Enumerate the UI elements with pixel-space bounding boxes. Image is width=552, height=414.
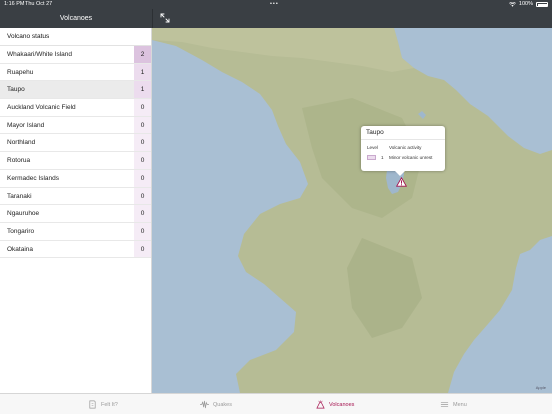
alert-level-badge: 0: [134, 240, 151, 258]
expand-icon[interactable]: [160, 13, 170, 23]
tab-label: Quakes: [213, 401, 232, 408]
battery-icon: [536, 2, 548, 7]
pin-icon: [89, 400, 96, 409]
callout-divider: [361, 139, 445, 140]
list-item[interactable]: Auckland Volcanic Field 0: [0, 99, 151, 117]
list-item[interactable]: Ngauruhoe 0: [0, 205, 151, 223]
volcano-name: Taupo: [7, 86, 25, 94]
volcano-icon: [316, 400, 325, 409]
tab-felt-it[interactable]: Felt It?: [88, 394, 118, 414]
list-item[interactable]: Taranaki 0: [0, 187, 151, 206]
map-view[interactable]: Apple: [152, 28, 552, 393]
app-window: 1:16 PM Thu Oct 27 ••• 100% Volcanoes Vo…: [0, 0, 552, 414]
status-time: 1:16 PM: [4, 1, 25, 7]
alert-level-badge: 2: [134, 46, 151, 63]
volcano-name: Kermadec Islands: [7, 174, 60, 182]
callout-title: Taupo: [366, 129, 384, 136]
volcano-name: Ruapehu: [7, 68, 34, 76]
tab-quakes[interactable]: Quakes: [200, 394, 232, 414]
tab-bar: Felt It? Quakes Volcanoes Menu: [0, 393, 552, 414]
tab-label: Menu: [453, 401, 467, 408]
map-canvas[interactable]: [152, 28, 552, 393]
list-item[interactable]: Tongariro 0: [0, 222, 151, 241]
alert-level-badge: 1: [134, 81, 151, 99]
list-item[interactable]: Okataina 0: [0, 240, 151, 259]
map-attribution: Apple: [535, 385, 546, 390]
volcano-name: Ngauruhoe: [7, 210, 40, 218]
volcano-name: Okataina: [7, 245, 34, 253]
list-item[interactable]: Northland 0: [0, 134, 151, 153]
alert-level-badge: 0: [134, 99, 151, 116]
list-item[interactable]: Whakaari/White Island 2: [0, 46, 151, 64]
alert-level-badge: 0: [134, 205, 151, 222]
status-bar: 1:16 PM Thu Oct 27 ••• 100%: [0, 0, 552, 9]
tab-label: Felt It?: [101, 401, 118, 408]
alert-level-badge: 1: [134, 63, 151, 81]
list-item[interactable]: Rotorua 0: [0, 152, 151, 170]
status-right: 100%: [508, 0, 548, 9]
callout-level-value: 1: [381, 154, 384, 160]
list-header: Volcano status: [0, 28, 151, 46]
alert-level-badge: 0: [134, 116, 151, 134]
level-color-swatch: [367, 155, 376, 160]
map-toolbar: [152, 9, 552, 28]
tab-label: Volcanoes: [329, 401, 355, 408]
sidebar-title: Volcanoes: [0, 9, 152, 28]
waveform-icon: [200, 400, 209, 409]
tab-volcanoes[interactable]: Volcanoes: [316, 394, 354, 414]
wifi-icon: [508, 2, 516, 7]
volcano-name: Tongariro: [7, 227, 35, 235]
list-item[interactable]: Kermadec Islands 0: [0, 169, 151, 188]
multitasking-dots[interactable]: •••: [270, 0, 279, 9]
alert-level-badge: 0: [134, 152, 151, 169]
list-item[interactable]: Taupo 1: [0, 81, 151, 100]
level-column-header: Level: [367, 145, 378, 150]
activity-column-header: Volcanic activity: [389, 145, 422, 150]
volcano-name: Taranaki: [7, 192, 32, 200]
volcano-list: Whakaari/White Island 2 Ruapehu 1 Taupo 1 A…: [0, 46, 151, 259]
volcano-name: Rotorua: [7, 157, 31, 165]
volcano-name: Whakaari/White Island: [7, 51, 73, 58]
volcano-list-panel: Volcano status Whakaari/White Island 2 Ru…: [0, 28, 152, 393]
volcano-name: Auckland Volcanic Field: [7, 104, 76, 112]
status-date: Thu Oct 27: [25, 1, 53, 7]
alert-level-badge: 0: [134, 187, 151, 205]
volcano-name: Northland: [7, 139, 36, 147]
battery-percent: 100%: [518, 1, 533, 7]
list-item[interactable]: Mayor Island 0: [0, 116, 151, 135]
volcano-name: Mayor Island: [7, 121, 45, 129]
alert-level-badge: 0: [134, 134, 151, 152]
alert-level-badge: 0: [134, 169, 151, 187]
list-item[interactable]: Ruapehu 1: [0, 63, 151, 82]
volcano-callout[interactable]: Taupo Level Volcanic activity 1 Minor vo…: [361, 126, 445, 176]
volcano-marker-icon[interactable]: [396, 177, 407, 187]
tab-menu[interactable]: Menu: [440, 394, 467, 414]
callout-activity-value: Minor volcanic unrest: [389, 154, 433, 160]
menu-icon: [440, 402, 449, 407]
alert-level-badge: 0: [134, 222, 151, 240]
